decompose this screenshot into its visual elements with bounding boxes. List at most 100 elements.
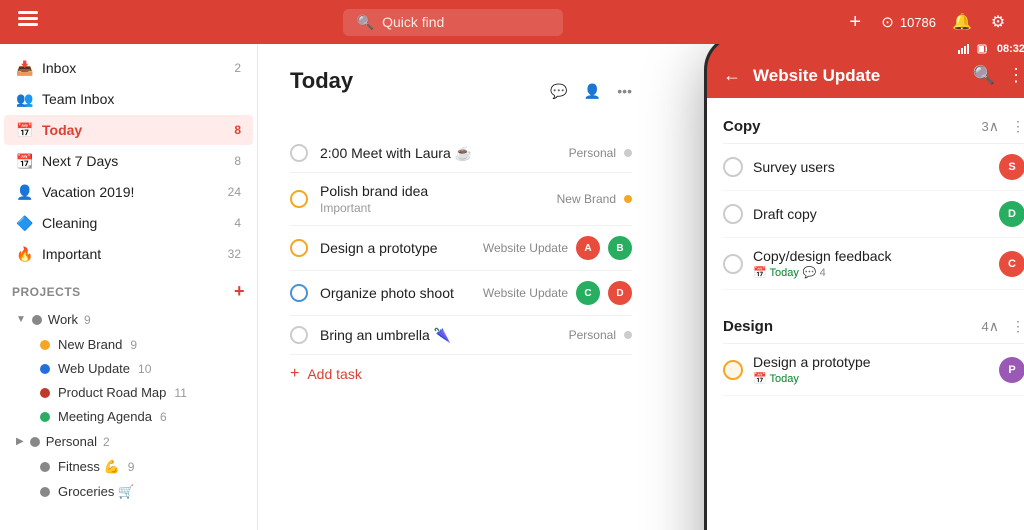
vacation-label: Vacation 2019!	[42, 184, 220, 200]
task-row[interactable]: Bring an umbrella 🌂 Personal	[290, 316, 632, 355]
task-row[interactable]: Design a prototype Website Update A B	[290, 226, 632, 271]
sidebar-item-team-inbox[interactable]: 👥 Team Inbox	[4, 84, 253, 114]
search-area: 🔍 Quick find	[60, 9, 845, 36]
next7-icon: 📆	[16, 152, 34, 170]
subproject-new-brand[interactable]: New Brand 9	[4, 333, 253, 356]
phone-task-checkbox[interactable]	[723, 157, 743, 177]
copy-section-actions: ∧ ⋮	[989, 118, 1024, 135]
section-more-icon[interactable]: ⋮	[1011, 118, 1024, 135]
subproject-groceries[interactable]: Groceries 🛒	[4, 480, 253, 504]
add-project-button[interactable]: +	[234, 281, 245, 302]
vacation-count: 24	[228, 185, 241, 199]
design-section-title: Design	[723, 318, 978, 335]
task-text: Polish brand idea	[320, 183, 545, 199]
today-label: Today	[42, 122, 226, 138]
task-meta: Personal	[569, 328, 632, 342]
cleaning-icon: 🔷	[16, 214, 34, 232]
phone-task-content: Design a prototype 📅 Today	[753, 354, 989, 385]
task-checkbox[interactable]	[290, 239, 308, 257]
task-row[interactable]: Polish brand idea Important New Brand	[290, 173, 632, 226]
important-icon: 🔥	[16, 245, 34, 263]
phone-task-checkbox[interactable]	[723, 360, 743, 380]
add-person-icon[interactable]: 👤	[584, 83, 601, 100]
task-checkbox[interactable]	[290, 326, 308, 344]
project-personal-expand[interactable]: ▶ Personal 2	[4, 429, 253, 454]
subproject-web-update[interactable]: Web Update 10	[4, 357, 253, 380]
cleaning-label: Cleaning	[42, 215, 226, 231]
phone-task-subtitle: 📅 Today	[753, 372, 989, 385]
phone-signal-icons	[958, 44, 987, 54]
phone-time: 08:32	[997, 44, 1024, 55]
search-bar[interactable]: 🔍 Quick find	[343, 9, 563, 36]
phone-task-row[interactable]: Copy/design feedback 📅 Today 💬 4 C	[723, 238, 1024, 290]
new-brand-count: 9	[130, 338, 137, 352]
fitness-count: 9	[128, 460, 135, 474]
task-project: Personal	[569, 328, 616, 342]
page-actions: 💬 👤 •••	[550, 83, 632, 100]
comment-icon[interactable]: 💬	[550, 83, 567, 100]
add-task-button[interactable]: + Add task	[290, 355, 632, 393]
project-work-expand[interactable]: ▼ Work 9	[4, 307, 253, 332]
phone-task-row[interactable]: Draft copy D	[723, 191, 1024, 238]
groceries-dot	[40, 487, 50, 497]
task-text: 2:00 Meet with Laura ☕	[320, 145, 557, 162]
phone-task-subtitle: 📅 Today 💬 4	[753, 266, 989, 279]
project-dot	[624, 331, 632, 339]
vacation-icon: 👤	[16, 183, 34, 201]
copy-section-title: Copy	[723, 118, 978, 135]
task-row[interactable]: Organize photo shoot Website Update C D	[290, 271, 632, 316]
web-update-dot	[40, 364, 50, 374]
inbox-label: Inbox	[42, 60, 226, 76]
product-roadmap-count: 11	[174, 386, 186, 400]
phone-back-button[interactable]: ←	[723, 65, 741, 86]
phone-task-checkbox[interactable]	[723, 204, 743, 224]
sidebar-item-vacation[interactable]: 👤 Vacation 2019! 24	[4, 177, 253, 207]
phone-body: Copy 3 ∧ ⋮ Survey users S	[707, 98, 1024, 530]
web-update-label: Web Update	[58, 361, 130, 376]
phone-task-text: Draft copy	[753, 206, 989, 222]
sidebar-item-important[interactable]: 🔥 Important 32	[4, 239, 253, 269]
settings-button[interactable]: ⚙	[988, 12, 1008, 32]
sidebar-item-today[interactable]: 📅 Today 8	[4, 115, 253, 145]
today-count: 8	[234, 123, 241, 137]
sidebar-item-inbox[interactable]: 📥 Inbox 2	[4, 53, 253, 83]
team-inbox-icon: 👥	[16, 90, 34, 108]
task-avatar: B	[608, 236, 632, 260]
copy-section-count: 3	[982, 119, 989, 134]
task-subtitle: Important	[320, 201, 545, 215]
task-checkbox[interactable]	[290, 144, 308, 162]
section-collapse-icon[interactable]: ∧	[989, 318, 999, 335]
task-content: Polish brand idea Important	[320, 183, 545, 215]
phone-search-icon[interactable]: 🔍	[973, 65, 995, 86]
subproject-product-roadmap[interactable]: Product Road Map 11	[4, 381, 253, 404]
phone-task-row[interactable]: Design a prototype 📅 Today P	[723, 344, 1024, 396]
project-dot	[624, 149, 632, 157]
phone-task-row[interactable]: Survey users S	[723, 144, 1024, 191]
task-avatar: A	[576, 236, 600, 260]
section-collapse-icon[interactable]: ∧	[989, 118, 999, 135]
phone-task-text: Survey users	[753, 159, 989, 175]
task-checkbox[interactable]	[290, 284, 308, 302]
task-checkbox[interactable]	[290, 190, 308, 208]
fitness-dot	[40, 462, 50, 472]
phone-task-checkbox[interactable]	[723, 254, 743, 274]
task-row[interactable]: 2:00 Meet with Laura ☕ Personal	[290, 134, 632, 173]
new-brand-label: New Brand	[58, 337, 122, 352]
section-more-icon[interactable]: ⋮	[1011, 318, 1024, 335]
more-options-icon[interactable]: •••	[617, 83, 632, 100]
subproject-fitness[interactable]: Fitness 💪 9	[4, 455, 253, 479]
search-placeholder: Quick find	[382, 14, 444, 30]
search-icon: 🔍	[357, 14, 374, 31]
page-title: Today	[290, 68, 353, 94]
notifications-button[interactable]: 🔔	[952, 12, 972, 32]
subproject-meeting-agenda[interactable]: Meeting Agenda 6	[4, 405, 253, 428]
today-badge: 📅 Today	[753, 372, 799, 385]
sidebar-item-next7[interactable]: 📆 Next 7 Days 8	[4, 146, 253, 176]
task-text: Bring an umbrella 🌂	[320, 327, 557, 344]
important-count: 32	[228, 247, 241, 261]
sidebar-item-cleaning[interactable]: 🔷 Cleaning 4	[4, 208, 253, 238]
design-section-actions: ∧ ⋮	[989, 318, 1024, 335]
add-button[interactable]: +	[845, 12, 865, 32]
app-logo[interactable]	[16, 7, 40, 37]
phone-more-icon[interactable]: ⋮	[1007, 65, 1024, 86]
